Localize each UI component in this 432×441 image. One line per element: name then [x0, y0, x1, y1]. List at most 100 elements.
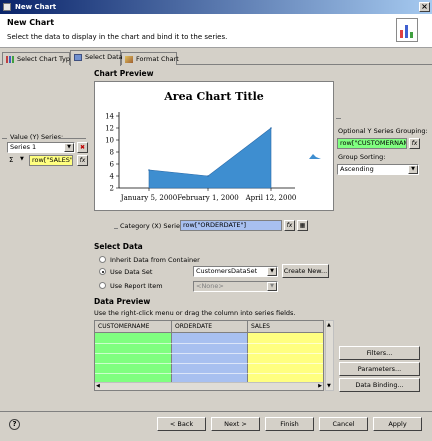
y-tick-label: 8 — [110, 149, 114, 157]
footer-separator — [0, 411, 432, 412]
chart-preview-heading: Chart Preview — [94, 69, 154, 78]
value-series-frame-right — [58, 138, 86, 139]
radio-inherit-data[interactable]: Inherit Data from Container — [99, 256, 200, 264]
category-frame — [114, 228, 118, 229]
tab-select-data[interactable]: Select Data — [70, 50, 123, 66]
chevron-down-icon[interactable]: ▼ — [267, 282, 277, 291]
scroll-right-icon[interactable]: ▶ — [318, 383, 322, 389]
cancel-button[interactable]: Cancel — [319, 417, 368, 431]
category-series-label: Category (X) Series: — [120, 222, 186, 230]
row-separator — [95, 343, 323, 344]
row-separator — [95, 363, 323, 364]
chevron-down-icon[interactable]: ▼ — [64, 143, 74, 152]
group-settings-icon[interactable]: ▦ — [297, 220, 308, 231]
chart-title: Area Chart Title — [163, 90, 264, 103]
data-point — [148, 169, 150, 171]
y-tick-label: 6 — [110, 161, 115, 169]
data-point — [207, 175, 209, 177]
column-customername[interactable] — [95, 333, 172, 383]
scroll-up-icon[interactable]: ▲ — [327, 322, 331, 328]
data-point — [270, 127, 272, 129]
next-button[interactable]: Next > — [211, 417, 260, 431]
select-data-icon — [74, 54, 82, 61]
help-icon[interactable]: ? — [9, 419, 20, 430]
title-bar: New Chart × — [0, 0, 432, 14]
y-tick-label: 4 — [110, 173, 115, 181]
tab-label: Select Chart Type — [17, 55, 74, 63]
chevron-down-icon[interactable]: ▼ — [267, 267, 277, 276]
y-tick-label: 2 — [110, 185, 114, 193]
tab-format-chart[interactable]: Format Chart — [121, 52, 179, 65]
wizard-header: New Chart Select the data to display in … — [0, 14, 432, 48]
grouping-expression-builder-button[interactable]: fx — [409, 138, 420, 149]
row-separator — [95, 353, 323, 354]
header-description: Select the data to display in the chart … — [7, 33, 228, 41]
create-new-button[interactable]: Create New... — [282, 264, 329, 278]
radio-button[interactable] — [99, 282, 106, 289]
back-button[interactable]: < Back — [157, 417, 206, 431]
format-chart-icon — [125, 56, 133, 63]
x-tick-label: April 12, 2000 — [245, 194, 297, 202]
column-header-customername[interactable]: CUSTOMERNAME — [95, 321, 172, 333]
y-grouping-expression-field[interactable]: row["CUSTOMERNAME — [337, 138, 407, 149]
series-select[interactable]: Series 1 ▼ — [7, 142, 75, 153]
scroll-left-icon[interactable]: ◀ — [96, 383, 100, 389]
finish-button[interactable]: Finish — [265, 417, 314, 431]
tab-label: Select Data — [85, 53, 123, 61]
chart-type-icon — [6, 56, 14, 63]
y-tick-label: 10 — [105, 137, 114, 145]
app-icon — [3, 3, 11, 11]
column-orderdate[interactable] — [172, 333, 248, 383]
y-tick-label: 12 — [105, 125, 114, 133]
value-series-frame — [2, 138, 7, 139]
x-series-expression-field[interactable]: row["ORDERDATE"] — [180, 220, 282, 231]
column-sales[interactable] — [248, 333, 323, 383]
data-preview-heading: Data Preview — [94, 297, 151, 306]
group-sorting-select[interactable]: Ascending ▼ — [337, 164, 419, 175]
y-series-expression-field[interactable]: row["SALES"] — [29, 155, 73, 166]
y-expression-builder-button[interactable]: fx — [77, 155, 88, 166]
select-data-heading: Select Data — [94, 242, 143, 251]
data-preview-hint: Use the right-click menu or drag the col… — [94, 309, 296, 317]
aggregate-dropdown-icon[interactable]: ▼ — [20, 156, 24, 162]
window-title: New Chart — [15, 3, 57, 11]
legend-marker-icon — [309, 152, 321, 162]
radio-button[interactable] — [99, 256, 106, 263]
grouping-frame — [336, 118, 341, 119]
group-sorting-label: Group Sorting: — [338, 153, 386, 161]
radio-use-data-set[interactable]: Use Data Set — [99, 268, 152, 276]
value-series-label: Value (Y) Series: — [10, 133, 64, 141]
y-tick-label: 14 — [105, 113, 114, 121]
horizontal-scrollbar[interactable]: ◀ ▶ — [95, 382, 323, 390]
radio-button[interactable] — [99, 268, 106, 275]
dataset-select[interactable]: CustomersDataSet ▼ — [193, 266, 278, 277]
chevron-down-icon[interactable]: ▼ — [408, 165, 418, 174]
sigma-icon[interactable]: Σ — [9, 156, 13, 164]
x-tick-label: February 1, 2000 — [177, 194, 238, 202]
column-header-orderdate[interactable]: ORDERDATE — [172, 321, 248, 333]
row-separator — [95, 373, 323, 374]
tab-label: Format Chart — [136, 55, 179, 63]
data-preview-table[interactable]: CUSTOMERNAME ORDERDATE SALES ◀ ▶ — [94, 320, 324, 391]
data-binding-button[interactable]: Data Binding... — [339, 378, 420, 392]
optional-grouping-label: Optional Y Series Grouping: — [338, 127, 428, 135]
new-chart-dialog: New Chart × New Chart Select the data to… — [0, 0, 432, 441]
apply-button[interactable]: Apply — [373, 417, 422, 431]
chart-wizard-icon — [396, 18, 418, 42]
vertical-scrollbar[interactable]: ▲ ▼ — [325, 320, 334, 391]
tab-bar: Select Chart Type Select Data Format Cha… — [0, 50, 432, 66]
header-title: New Chart — [7, 18, 55, 27]
area-chart: Area Chart Title 14 12 10 8 6 4 2 January 5, 20… — [105, 90, 297, 202]
close-button[interactable]: × — [419, 2, 430, 12]
scroll-down-icon[interactable]: ▼ — [327, 383, 331, 389]
filters-button[interactable]: Filters... — [339, 346, 420, 360]
x-tick-label: January 5, 2000 — [120, 194, 177, 202]
tab-select-chart-type[interactable]: Select Chart Type — [2, 52, 74, 65]
area-series — [148, 127, 272, 189]
column-header-sales[interactable]: SALES — [248, 321, 323, 333]
radio-use-report-item[interactable]: Use Report Item — [99, 282, 163, 290]
delete-series-button[interactable]: ✖ — [77, 142, 88, 153]
parameters-button[interactable]: Parameters... — [339, 362, 420, 376]
x-expression-builder-button[interactable]: fx — [284, 220, 295, 231]
report-item-select[interactable]: <None> ▼ — [193, 281, 278, 292]
